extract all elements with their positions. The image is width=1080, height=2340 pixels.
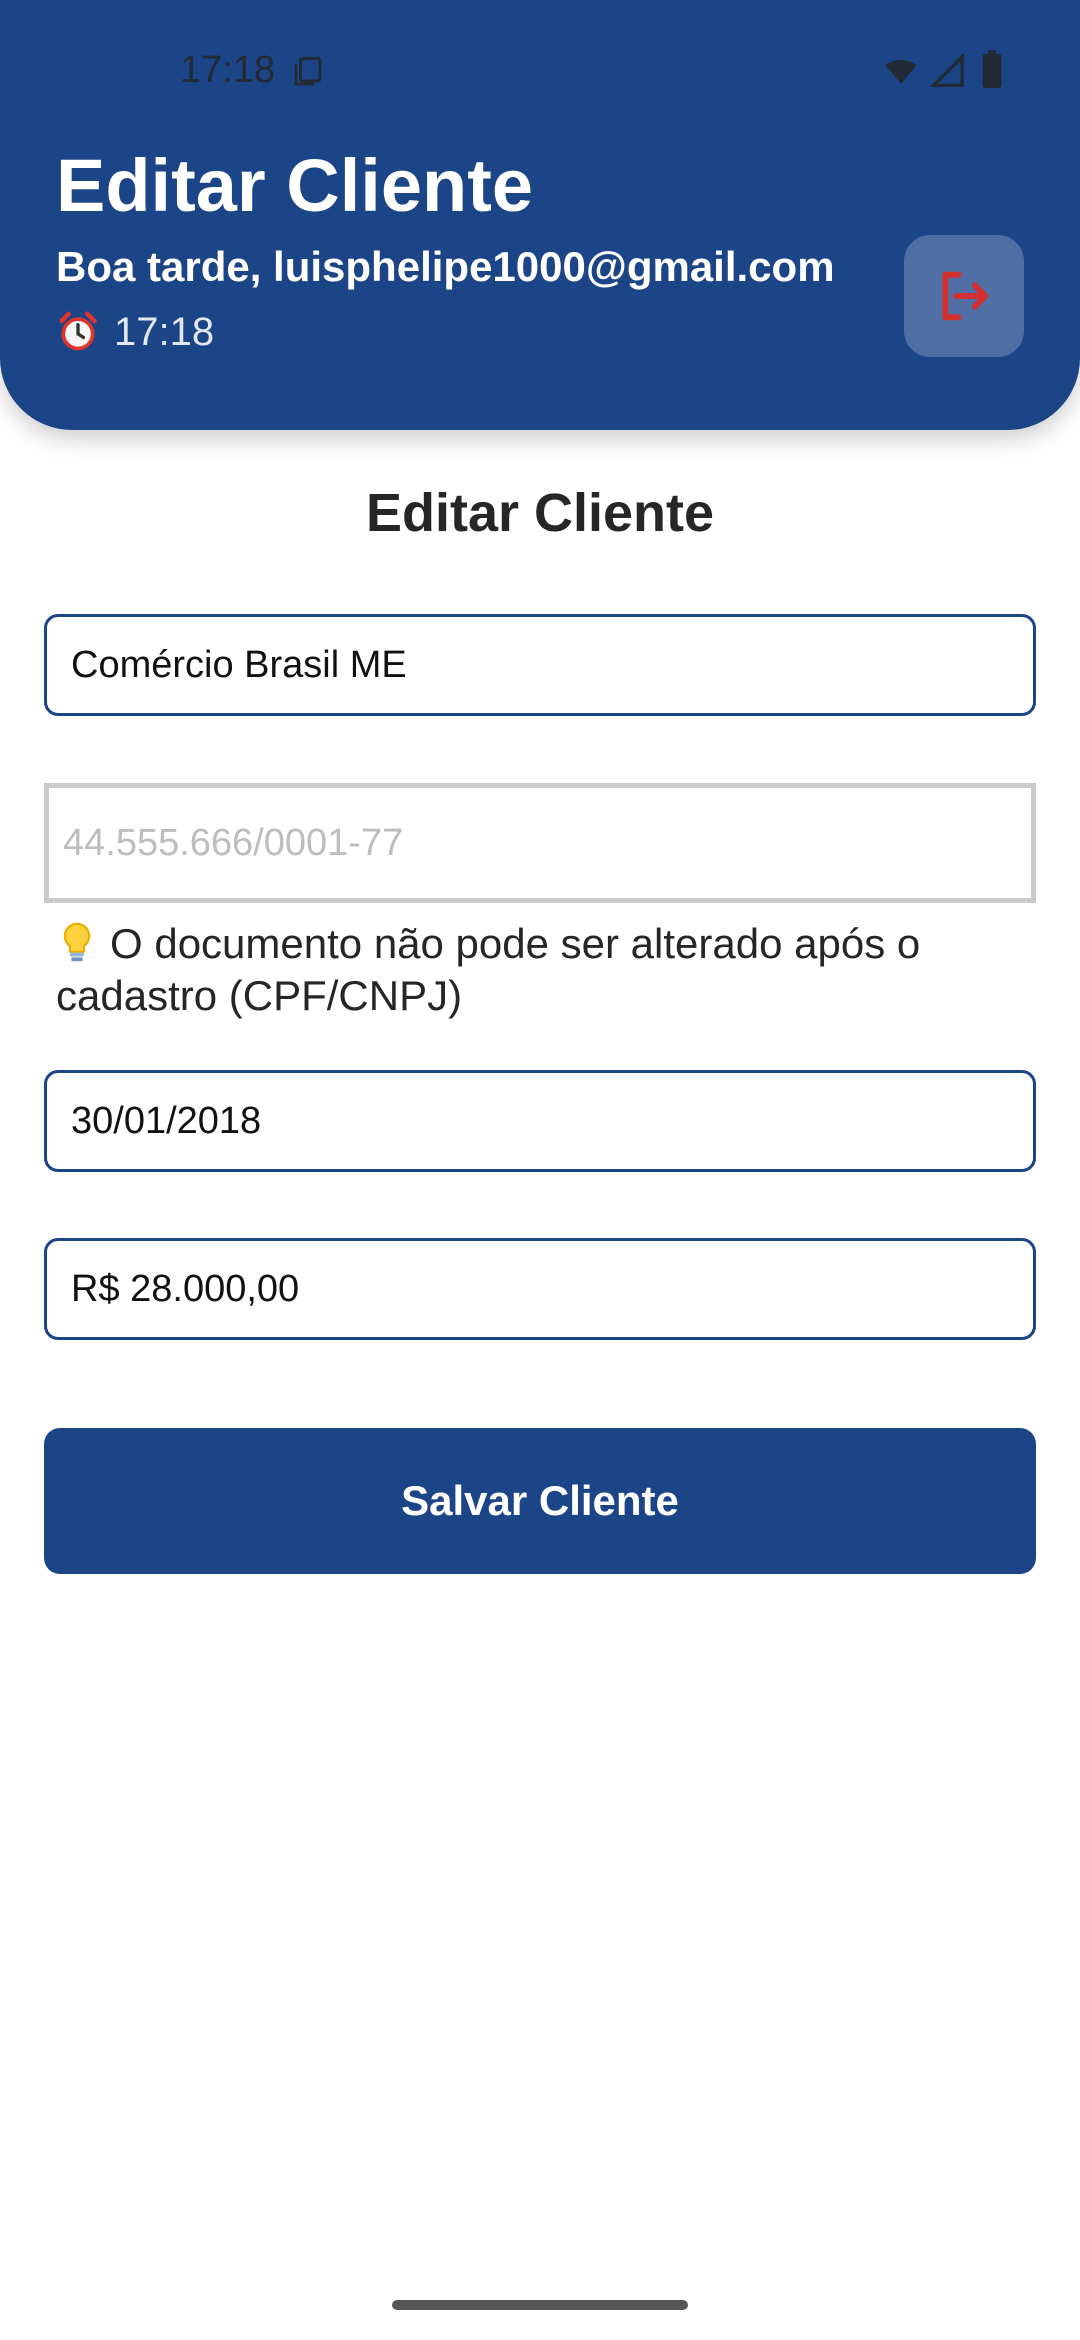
battery-icon (980, 50, 1004, 88)
date-value: 30/01/2018 (71, 1099, 262, 1142)
save-client-label: Salvar Cliente (401, 1477, 679, 1524)
cellular-signal-icon (929, 52, 966, 88)
amount-value: R$ 28.000,00 (71, 1267, 300, 1310)
client-name-value: Comércio Brasil ME (71, 643, 407, 686)
page-heading: Editar Cliente (365, 483, 715, 543)
clock-time: 17:18 (114, 309, 215, 354)
lightbulb-icon (56, 920, 98, 966)
client-name-field[interactable]: Comércio Brasil ME (44, 614, 1036, 716)
alarm-clock-icon (56, 310, 100, 354)
document-hint-text: O documento não pode ser alterado após o… (56, 920, 921, 1019)
home-indicator[interactable] (392, 2300, 688, 2310)
greeting-text: Boa tarde, luisphelipe1000@gmail.com (56, 243, 835, 290)
clock-row: 17:18 (56, 306, 214, 358)
status-time: 17:18 (180, 49, 276, 91)
wifi-icon (880, 54, 922, 88)
app-title: Editar Cliente (56, 144, 533, 227)
status-icons (880, 50, 1010, 90)
save-client-button[interactable]: Salvar Cliente (44, 1428, 1036, 1574)
app-header: 17:18 Editar Cliente Boa tarde, luisphel… (0, 0, 1080, 430)
logout-icon (932, 264, 996, 328)
amount-field[interactable]: R$ 28.000,00 (44, 1238, 1036, 1340)
date-field[interactable]: 30/01/2018 (44, 1070, 1036, 1172)
document-placeholder: 44.555.666/0001-77 (63, 821, 404, 864)
logout-button[interactable] (904, 235, 1024, 357)
document-hint: O documento não pode ser alterado após o… (56, 918, 1006, 1022)
copy-icon (290, 54, 326, 90)
document-field: 44.555.666/0001-77 (44, 783, 1036, 903)
